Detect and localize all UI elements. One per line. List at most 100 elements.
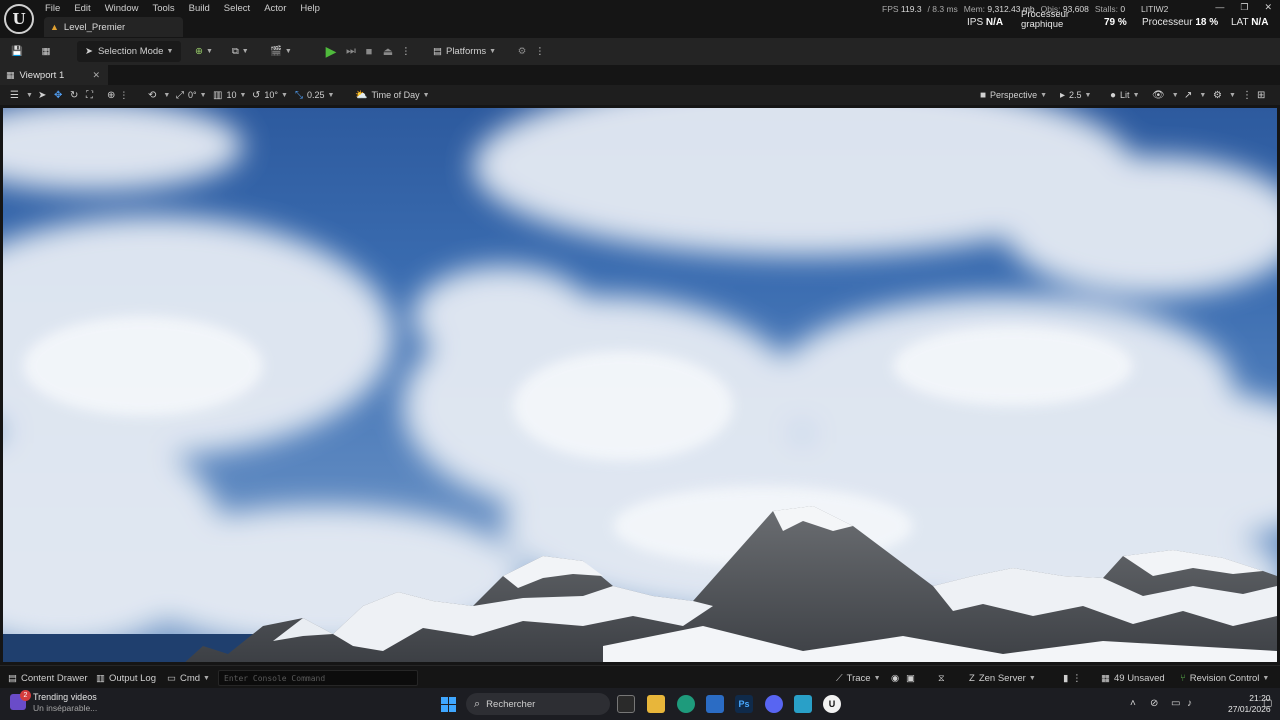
time-of-day-button[interactable]: ⛅ Time of Day ▼	[355, 87, 430, 103]
tray-overflow-icon[interactable]: ˄	[1130, 698, 1136, 709]
unsaved-button[interactable]: ▦ 49 Unsaved	[1101, 670, 1165, 686]
minimize-icon[interactable]: —	[1215, 2, 1224, 13]
file-explorer-icon[interactable]	[647, 695, 665, 713]
stop-icon[interactable]: ■	[359, 41, 379, 62]
volume-icon[interactable]: ♪	[1187, 698, 1192, 709]
cinematics-button[interactable]: 🎬 ▼	[270, 41, 292, 62]
blueprints-button[interactable]: ⧉ ▼	[232, 41, 249, 62]
record-button[interactable]: ◉	[891, 670, 903, 686]
content-drawer-label: Content Drawer	[20, 672, 88, 684]
stats-button[interactable]: ▮ ⋮	[1063, 670, 1082, 686]
performance-dropdown[interactable]: ↗ ▼	[1184, 87, 1206, 103]
more-icon: ⋮	[1242, 89, 1252, 101]
save-icon[interactable]: 💾	[7, 41, 27, 62]
unreal-logo-icon[interactable]: U	[4, 4, 34, 34]
derived-data-button[interactable]: ⧖	[938, 670, 949, 686]
network-off-icon[interactable]: ⊘	[1150, 698, 1158, 709]
selection-mode-dropdown[interactable]: ➤ Selection Mode ▼	[77, 41, 182, 62]
content-drawer-button[interactable]: ▤ Content Drawer	[8, 670, 88, 686]
lat-label: LAT	[1231, 17, 1249, 28]
zen-server-dropdown[interactable]: Z Zen Server ▼	[969, 670, 1036, 686]
world-local-toggle[interactable]: ⊕ ⋮	[107, 87, 128, 103]
chevron-down-icon: ▼	[327, 91, 335, 99]
menu-build[interactable]: Build	[182, 3, 217, 14]
viewport-toolbar: ☰ ▼ ➤ ✥ ↻ ⛶ ⊕ ⋮ ⟲ ▼ ⤢ 0° ▼ ▥ 10 ▼ ↺ 10° ▼ ⤡ 0.25 ▼ …	[0, 85, 1280, 105]
console-command-input[interactable]	[218, 670, 418, 686]
play-options-icon[interactable]: ⋮	[396, 41, 416, 62]
sun-icon: ⛅	[355, 89, 368, 101]
menu-actor[interactable]: Actor	[257, 3, 293, 14]
view-mode-dropdown[interactable]: ● Lit ▼	[1110, 87, 1140, 103]
angle-snap-icon: ↺	[252, 89, 261, 101]
search-placeholder: Rechercher	[486, 698, 536, 710]
add-icon: ⊕	[195, 46, 203, 57]
output-log-button[interactable]: ▥ Output Log	[96, 670, 156, 686]
scale-tool[interactable]: ⛶	[86, 87, 97, 103]
show-flags-dropdown[interactable]: 👁 ▼	[1152, 87, 1179, 103]
play-button[interactable]: ▶	[321, 41, 341, 62]
screenshot-button[interactable]: ▣	[906, 670, 919, 686]
chevron-down-icon: ▼	[1262, 674, 1270, 682]
menu-file[interactable]: File	[38, 3, 67, 14]
app-icon[interactable]	[794, 695, 812, 713]
display-icon[interactable]: ▭	[1171, 698, 1180, 709]
viewport-settings-dropdown[interactable]: ⚙ ▼	[1213, 87, 1236, 103]
browse-icon[interactable]: ▦	[36, 41, 56, 62]
add-actor-button[interactable]: ⊕ ▼	[195, 41, 213, 62]
close-icon[interactable]: ✕	[92, 70, 100, 81]
viewport-layout-button[interactable]: ⊞	[1257, 87, 1269, 103]
step-icon[interactable]: ⏭	[341, 41, 361, 62]
trace-icon: ⟋	[836, 672, 843, 684]
surface-snap-button[interactable]: ⟲ ▼	[148, 87, 170, 103]
close-window-icon[interactable]: ✕	[1264, 2, 1272, 13]
menu-edit[interactable]: Edit	[67, 3, 97, 14]
chevron-down-icon: ▼	[163, 91, 171, 99]
level-tab-label: Level_Premier	[63, 21, 126, 33]
gpu-value: 79 %	[1104, 17, 1127, 28]
level-viewport[interactable]	[3, 106, 1277, 664]
edge-icon[interactable]	[677, 695, 695, 713]
angle-snap-button[interactable]: ↺ 10° ▼	[252, 87, 288, 103]
grid-snap-button[interactable]: ▥ 10 ▼	[213, 87, 246, 103]
revision-control-dropdown[interactable]: ⑂ Revision Control ▼	[1180, 670, 1269, 686]
stats-overlay: FPS 119.3 / 8.3 ms Mem: 9,312.43 mb Objs…	[882, 4, 1125, 14]
scale-icon: ⛶	[86, 89, 93, 101]
cursor-icon: ➤	[85, 46, 93, 57]
camera-speed-dropdown[interactable]: ▸ 2.5 ▼	[1060, 87, 1091, 103]
level-tab[interactable]: ▲ Level_Premier	[44, 17, 183, 37]
perspective-dropdown[interactable]: ■ Perspective ▼	[980, 87, 1047, 103]
chevron-down-icon: ▼	[205, 48, 213, 55]
viewport-more-button[interactable]: ⋮	[1242, 87, 1256, 103]
notifications-icon[interactable]: ▢	[1263, 698, 1272, 709]
eject-icon[interactable]: ⏏	[378, 41, 398, 62]
trace-dropdown[interactable]: ⟋ Trace ▼	[836, 670, 881, 686]
transform-menu[interactable]: ☰ ▼	[10, 87, 33, 103]
search-icon: ⌕	[474, 697, 481, 710]
platforms-dropdown[interactable]: ▤ Platforms ▼	[433, 41, 496, 62]
restore-icon[interactable]: ❐	[1240, 2, 1248, 13]
unreal-taskbar-icon[interactable]: U	[823, 695, 841, 713]
settings-icon[interactable]: ⚙	[512, 41, 532, 62]
news-widget[interactable]: 2 Trending videos Un inséparable...	[10, 690, 97, 713]
task-view-icon[interactable]	[617, 695, 635, 713]
windows-start-icon[interactable]	[441, 697, 456, 712]
viewport-tab-label: Viewport 1	[19, 69, 65, 81]
discord-icon[interactable]	[765, 695, 783, 713]
rotation-snap-button[interactable]: ⤢ 0° ▼	[176, 87, 207, 103]
menu-help[interactable]: Help	[293, 3, 327, 14]
windows-taskbar: 2 Trending videos Un inséparable... ⌕ Re…	[0, 688, 1280, 720]
tab-viewport-1[interactable]: ▦ Viewport 1 ✕	[0, 65, 108, 85]
store-icon[interactable]	[706, 695, 724, 713]
more-options-icon[interactable]: ⋮	[530, 41, 550, 62]
rotate-tool[interactable]: ↻	[70, 87, 82, 103]
more-icon: ⋮	[1072, 672, 1082, 684]
select-tool[interactable]: ➤	[38, 87, 50, 103]
menu-tools[interactable]: Tools	[145, 3, 181, 14]
photoshop-icon[interactable]: Ps	[735, 695, 753, 713]
scale-snap-button[interactable]: ⤡ 0.25 ▼	[295, 87, 334, 103]
translate-tool[interactable]: ✥	[54, 87, 66, 103]
cmd-dropdown[interactable]: ▭ Cmd ▼	[167, 670, 210, 686]
menu-window[interactable]: Window	[98, 3, 146, 14]
menu-select[interactable]: Select	[217, 3, 257, 14]
taskbar-search[interactable]: ⌕ Rechercher	[466, 693, 610, 715]
